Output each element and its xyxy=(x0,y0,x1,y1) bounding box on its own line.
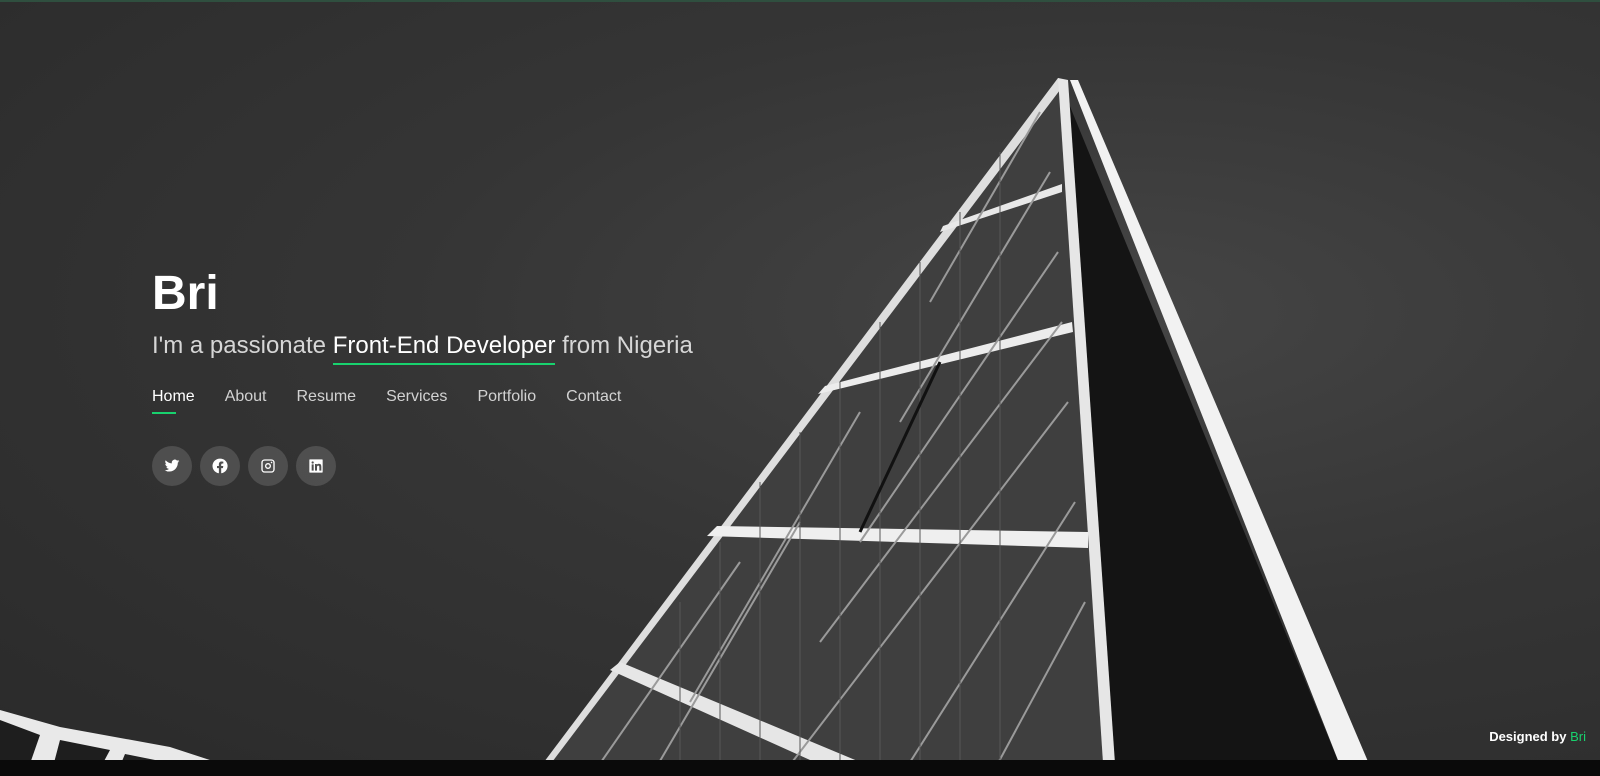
instagram-button[interactable] xyxy=(248,446,288,486)
instagram-icon xyxy=(261,459,275,473)
hero-name: Bri xyxy=(152,267,219,320)
social-links xyxy=(152,446,792,486)
tagline-highlight: Front-End Developer xyxy=(332,332,556,365)
twitter-button[interactable] xyxy=(152,446,192,486)
main-nav: Home About Resume Services Portfolio Con… xyxy=(152,388,792,414)
nav-resume[interactable]: Resume xyxy=(297,388,357,414)
nav-contact[interactable]: Contact xyxy=(566,388,621,414)
credit-brand[interactable]: Bri xyxy=(1570,729,1586,744)
nav-home[interactable]: Home xyxy=(152,388,195,414)
hero-content: Bri I'm a passionate Front-End Developer… xyxy=(152,264,792,486)
nav-about[interactable]: About xyxy=(225,388,267,414)
nav-portfolio[interactable]: Portfolio xyxy=(477,388,536,414)
hero-section: Bri I'm a passionate Front-End Developer… xyxy=(0,0,1600,776)
credit-prefix: Designed by xyxy=(1489,729,1571,744)
tagline-suffix: from Nigeria xyxy=(555,332,693,359)
bottom-bar xyxy=(0,760,1600,776)
facebook-button[interactable] xyxy=(200,446,240,486)
footer-credit: Designed by Bri xyxy=(1489,729,1586,744)
nav-services[interactable]: Services xyxy=(386,388,447,414)
tagline-prefix: I'm a passionate xyxy=(152,332,333,359)
facebook-icon xyxy=(212,458,228,474)
linkedin-icon xyxy=(309,459,323,473)
linkedin-button[interactable] xyxy=(296,446,336,486)
hero-tagline: I'm a passionate Front-End Developer fro… xyxy=(152,330,792,365)
twitter-icon xyxy=(164,459,180,472)
